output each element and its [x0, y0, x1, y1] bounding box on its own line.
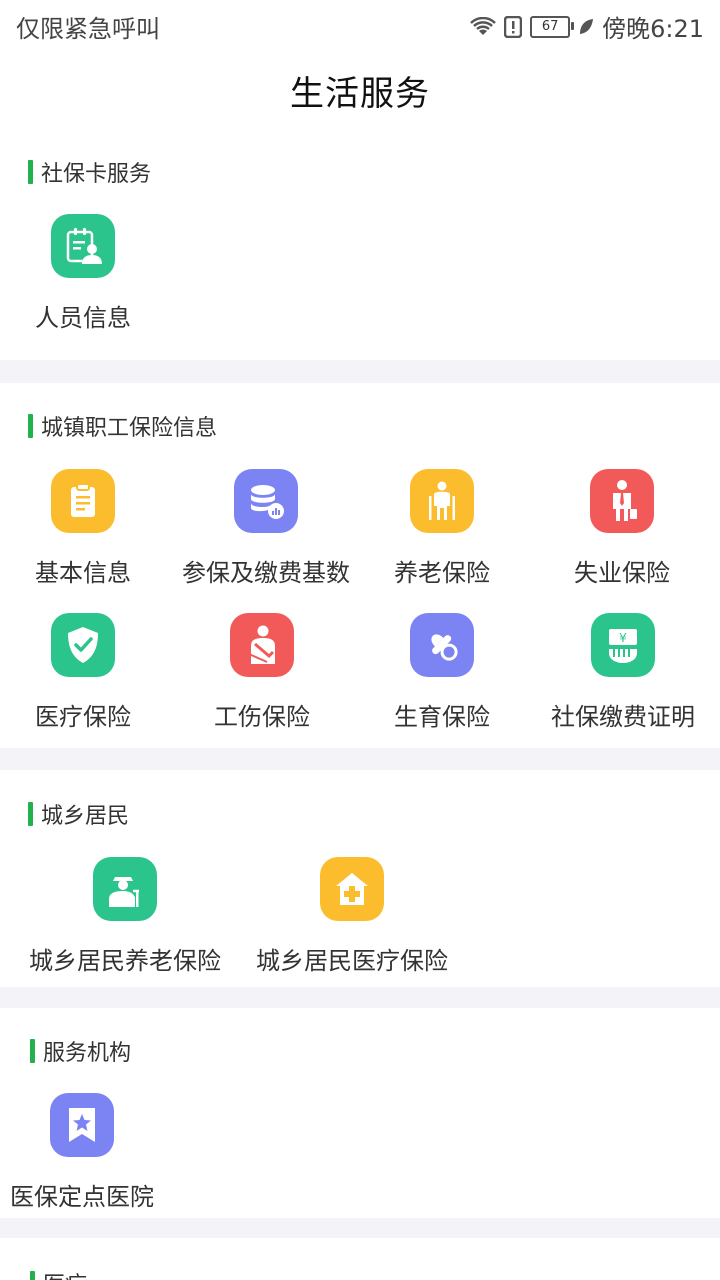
shield-check-icon [51, 613, 115, 677]
item-work-injury[interactable]: 工伤保险 [210, 613, 314, 732]
pacifier-icon [410, 613, 474, 677]
status-icons: 67 傍晚6:21 [470, 9, 704, 44]
item-basic-info[interactable]: 基本信息 [30, 469, 136, 588]
injured-person-icon [230, 613, 294, 677]
item-label: 医保定点医院 [10, 1183, 154, 1211]
businessman-icon [590, 469, 654, 533]
page-header: 生活服务 [0, 50, 720, 130]
item-personnel-info[interactable]: 人员信息 [31, 214, 135, 333]
section-resident: 城乡居民 城乡居民养老保险 城乡居民医疗保险 [0, 770, 720, 987]
section-title-text: 服务机构 [43, 1041, 132, 1066]
item-payment-certificate[interactable]: ¥ 社保缴费证明 [548, 613, 698, 732]
svg-text:¥: ¥ [619, 631, 627, 645]
section-accent-bar [30, 1271, 35, 1280]
elder-with-cane-icon [93, 857, 157, 921]
section-employee-insurance: 城镇职工保险信息 基本信息 参保及缴费基数 养老保险 失业保险 医疗保险 工伤保… [0, 383, 720, 748]
wifi-icon [470, 16, 496, 35]
item-label: 工伤保险 [214, 703, 310, 731]
section-partial: 医疗 [0, 1238, 720, 1280]
item-maternity[interactable]: 生育保险 [388, 613, 496, 732]
section-title-text: 城镇职工保险信息 [41, 416, 218, 441]
leaf-icon [580, 18, 594, 34]
house-cross-icon [320, 857, 384, 921]
section-social-card: 社保卡服务 人员信息 [0, 130, 720, 360]
section-title-partial: 医疗 [30, 1268, 87, 1280]
item-contribution-base[interactable]: 参保及缴费基数 [176, 469, 356, 588]
item-label: 参保及缴费基数 [182, 559, 350, 587]
item-label: 失业保险 [574, 559, 670, 587]
item-label: 医疗保险 [35, 703, 131, 731]
section-title-employee: 城镇职工保险信息 [28, 411, 217, 441]
item-unemployment[interactable]: 失业保险 [568, 469, 676, 588]
carrier-text: 仅限紧急呼叫 [16, 15, 160, 43]
elderly-person-icon [410, 469, 474, 533]
item-label: 城乡居民医疗保险 [256, 947, 448, 975]
item-label: 生育保险 [394, 703, 490, 731]
section-institution: 服务机构 医保定点医院 [0, 1008, 720, 1218]
section-title-text: 社保卡服务 [41, 162, 152, 187]
item-label: 基本信息 [35, 559, 131, 587]
section-accent-bar [28, 414, 33, 438]
page-title: 生活服务 [290, 73, 430, 114]
item-label: 人员信息 [35, 304, 131, 332]
money-hand-icon: ¥ [591, 613, 655, 677]
item-resident-medical[interactable]: 城乡居民医疗保险 [250, 857, 454, 976]
clipboard-icon [51, 469, 115, 533]
item-label: 养老保险 [394, 559, 490, 587]
battery-icon: 67 [530, 15, 575, 38]
section-title-text: 医疗 [43, 1267, 87, 1280]
item-designated-hospital[interactable]: 医保定点医院 [6, 1093, 158, 1212]
item-label: 社保缴费证明 [551, 703, 695, 731]
section-accent-bar [30, 1039, 35, 1063]
alert-icon [504, 15, 523, 38]
database-chart-icon [234, 469, 298, 533]
section-title-resident: 城乡居民 [28, 799, 129, 829]
item-label: 城乡居民养老保险 [29, 947, 221, 975]
bookmark-star-icon [50, 1093, 114, 1157]
person-clipboard-icon [51, 214, 115, 278]
status-bar: 仅限紧急呼叫 67 傍晚6:21 [0, 0, 720, 50]
section-accent-bar [28, 802, 33, 826]
item-medical[interactable]: 医疗保险 [30, 613, 136, 732]
clock-text: 傍晚6:21 [602, 15, 704, 43]
item-pension[interactable]: 养老保险 [388, 469, 496, 588]
section-title-institution: 服务机构 [30, 1036, 131, 1066]
section-accent-bar [28, 160, 33, 184]
item-resident-pension[interactable]: 城乡居民养老保险 [22, 857, 228, 976]
section-title-social-card: 社保卡服务 [28, 157, 151, 187]
section-title-text: 城乡居民 [41, 804, 130, 829]
